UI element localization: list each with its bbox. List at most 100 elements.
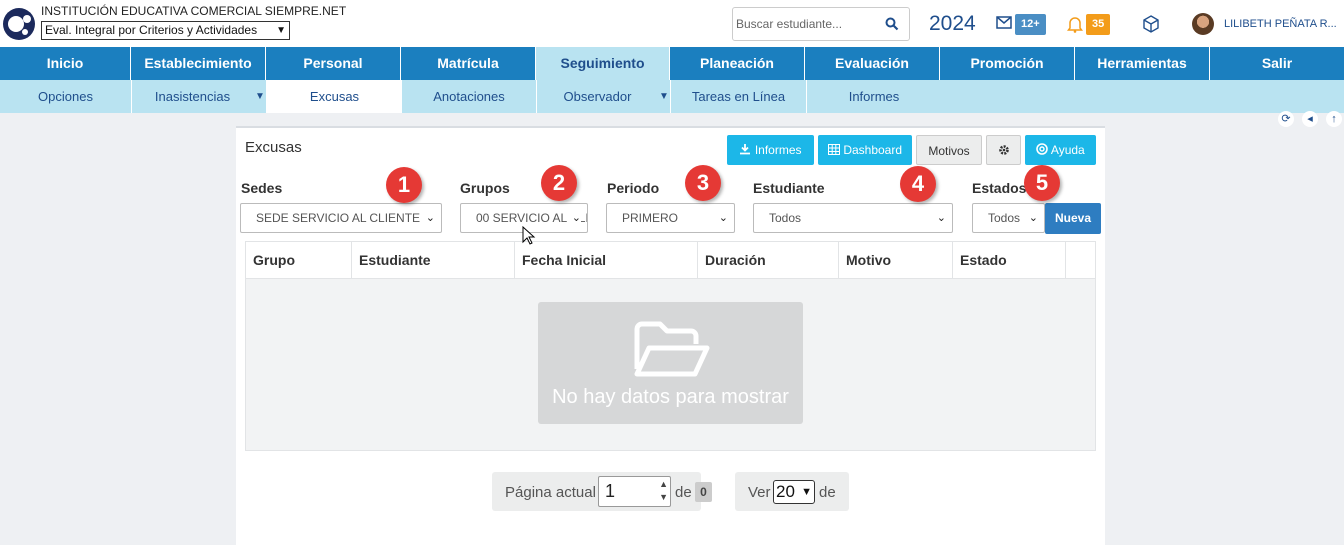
sedes-select-value: SEDE SERVICIO AL CLIENTE <box>256 211 421 225</box>
show-label: Ver <box>748 484 771 501</box>
nav-matricula[interactable]: Matrícula <box>401 47 536 80</box>
school-logo-icon <box>3 8 35 40</box>
column-header-estudiante[interactable]: Estudiante <box>352 242 515 279</box>
dashboard-button-label: Dashboard <box>843 143 903 157</box>
estudiante-select-value: Todos <box>769 211 802 225</box>
table-header: Grupo Estudiante Fecha Inicial Duración … <box>246 242 1095 279</box>
grupos-label: Grupos <box>460 180 510 196</box>
column-header-grupo[interactable]: Grupo <box>246 242 352 279</box>
sedes-select[interactable]: SEDE SERVICIO AL CLIENTE ⌄ <box>240 203 442 233</box>
chevron-down-icon: ⌄ <box>936 212 946 224</box>
app: INSTITUCIÓN EDUCATIVA COMERCIAL SIEMPRE.… <box>0 0 1344 545</box>
up-arrow-icon[interactable]: ↑ <box>1326 111 1342 127</box>
notifications-badge[interactable]: 35 <box>1086 14 1111 35</box>
chevron-down-icon: ⌄ <box>425 212 435 224</box>
step-marker-2: 2 <box>541 165 577 201</box>
informes-button[interactable]: Informes <box>727 135 814 165</box>
mouse-cursor-icon <box>522 226 536 245</box>
page-size-select[interactable]: 20 ▼ <box>773 480 815 504</box>
chevron-down-icon: ⌄ <box>1028 212 1038 224</box>
motivos-button[interactable]: Motivos <box>916 135 982 165</box>
evaluation-select[interactable]: Eval. Integral por Criterios y Actividad… <box>41 21 290 40</box>
page-size-control: Ver 20 ▼ de <box>735 472 849 511</box>
step-marker-3: 3 <box>685 165 721 201</box>
nav-promocion[interactable]: Promoción <box>940 47 1075 80</box>
lifebuoy-icon <box>1036 143 1049 155</box>
evaluation-select-value: Eval. Integral por Criterios y Actividad… <box>45 23 258 37</box>
folder-open-icon <box>634 321 710 377</box>
student-search <box>732 7 910 41</box>
school-year[interactable]: 2024 <box>929 12 976 36</box>
subnav-tareas-en-linea[interactable]: Tareas en Línea <box>671 80 806 113</box>
subnav-anotaciones[interactable]: Anotaciones <box>402 80 536 113</box>
avatar[interactable] <box>1192 13 1214 35</box>
caret-down-icon[interactable]: ▼ <box>659 91 669 102</box>
column-header-motivo[interactable]: Motivo <box>839 242 953 279</box>
sub-nav: Opciones Inasistencias ▼ Excusas Anotaci… <box>0 80 1344 113</box>
nav-inicio[interactable]: Inicio <box>0 47 131 80</box>
estados-select-value: Todos <box>988 211 1021 225</box>
empty-state-text: No hay datos para mostrar <box>552 386 789 408</box>
gear-icon <box>998 145 1009 155</box>
nav-planeacion[interactable]: Planeación <box>670 47 805 80</box>
nav-salir[interactable]: Salir <box>1210 47 1344 80</box>
subnav-observador[interactable]: Observador <box>537 80 658 113</box>
page-size-value: 20 <box>776 482 795 501</box>
download-icon <box>740 144 751 155</box>
step-marker-1: 1 <box>386 167 422 203</box>
messages-badge[interactable]: 12+ <box>1015 14 1046 35</box>
cube-icon[interactable] <box>1141 14 1161 34</box>
chevron-down-icon: ▼ <box>276 25 286 36</box>
page-title: Excusas <box>245 139 302 156</box>
empty-state: No hay datos para mostrar <box>538 302 803 424</box>
current-page-label: Página actual <box>505 484 596 501</box>
user-name[interactable]: LILIBETH PEÑATA R... <box>1224 18 1337 30</box>
estados-select[interactable]: Todos ⌄ <box>972 203 1045 233</box>
spinner-arrows-icon[interactable]: ▲ ▼ <box>659 478 668 504</box>
periodo-label: Periodo <box>607 180 660 196</box>
estudiante-label: Estudiante <box>753 180 825 196</box>
chevron-down-icon: ⌄ <box>718 212 728 224</box>
estudiante-select[interactable]: Todos ⌄ <box>753 203 953 233</box>
show-suffix: de <box>819 484 836 501</box>
nav-personal[interactable]: Personal <box>266 47 401 80</box>
column-header-fecha-inicial[interactable]: Fecha Inicial <box>515 242 698 279</box>
search-icon[interactable] <box>885 17 899 31</box>
subnav-inasistencias[interactable]: Inasistencias <box>132 80 253 113</box>
caret-down-icon[interactable]: ▼ <box>255 91 265 102</box>
subnav-excusas[interactable]: Excusas <box>267 80 402 113</box>
subnav-informes[interactable]: Informes <box>807 80 941 113</box>
pagination: Página actual 1 ▲ ▼ de 0 <box>492 472 712 511</box>
settings-button[interactable] <box>986 135 1021 165</box>
step-marker-5: 5 <box>1024 165 1060 201</box>
dashboard-button[interactable]: Dashboard <box>818 135 912 165</box>
total-pages: 0 <box>695 482 712 502</box>
subnav-opciones[interactable]: Opciones <box>0 80 131 113</box>
nav-herramientas[interactable]: Herramientas <box>1075 47 1210 80</box>
step-marker-4: 4 <box>900 166 936 202</box>
nav-evaluacion[interactable]: Evaluación <box>805 47 940 80</box>
excusas-table: Grupo Estudiante Fecha Inicial Duración … <box>245 241 1096 451</box>
column-header-estado[interactable]: Estado <box>953 242 1066 279</box>
back-icon[interactable]: ◂ <box>1302 111 1318 127</box>
nav-establecimiento[interactable]: Establecimiento <box>131 47 266 80</box>
ayuda-button[interactable]: Ayuda <box>1025 135 1096 165</box>
current-page-input[interactable]: 1 ▲ ▼ <box>598 476 671 507</box>
nav-seguimiento[interactable]: Seguimiento <box>536 47 670 80</box>
refresh-icon[interactable]: ⟳ <box>1278 111 1294 127</box>
chevron-down-icon: ▼ <box>801 486 812 498</box>
column-header-duracion[interactable]: Duración <box>698 242 839 279</box>
sedes-label: Sedes <box>241 180 283 196</box>
of-label: de <box>675 484 692 501</box>
periodo-select-value: PRIMERO <box>622 211 679 225</box>
table-icon <box>827 144 840 155</box>
bell-icon[interactable] <box>1067 15 1083 33</box>
envelope-icon[interactable] <box>996 16 1012 30</box>
excusas-panel: Excusas Informes Dashboard Motivos Ayuda… <box>236 126 1105 545</box>
ayuda-button-label: Ayuda <box>1050 143 1085 157</box>
nueva-button[interactable]: Nueva <box>1045 203 1101 234</box>
informes-button-label: Informes <box>754 143 802 157</box>
search-input[interactable] <box>736 17 876 31</box>
chevron-down-icon: ⌄ <box>568 204 581 232</box>
periodo-select[interactable]: PRIMERO ⌄ <box>606 203 735 233</box>
